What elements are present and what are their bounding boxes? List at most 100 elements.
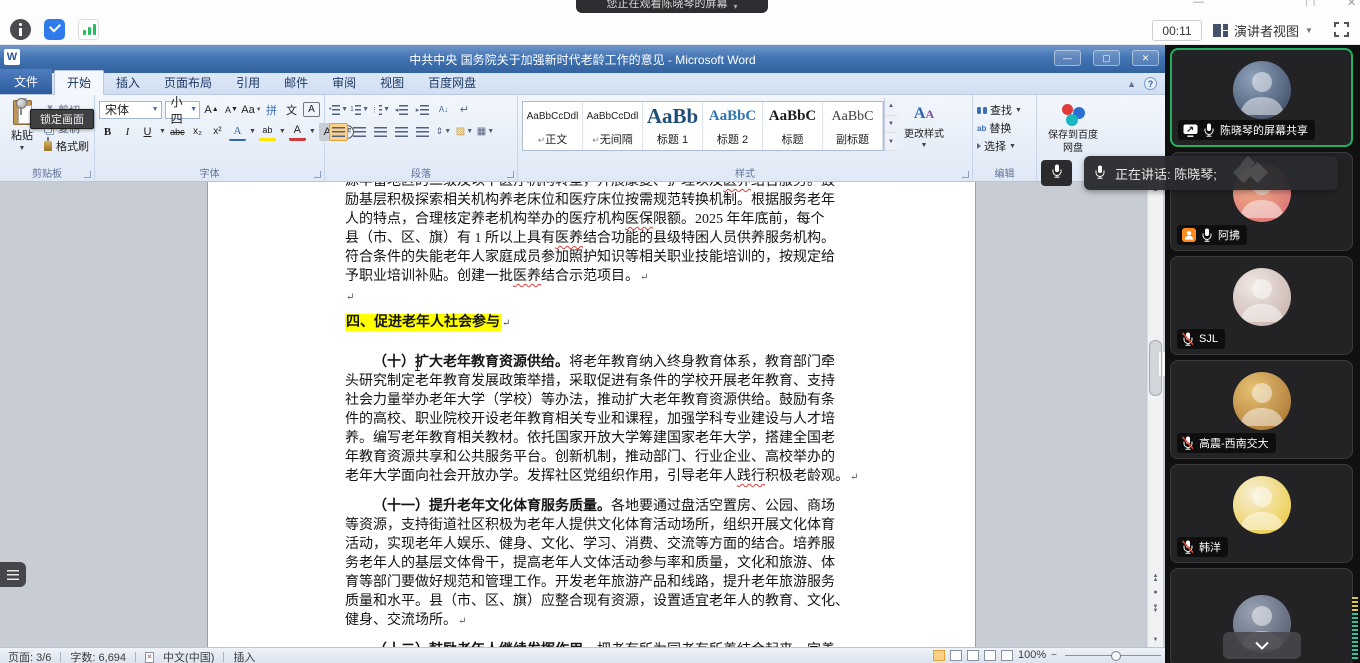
status-language[interactable]: 中文(中国) (163, 649, 214, 663)
floating-panel-toggle[interactable] (0, 562, 26, 587)
strikethrough-button[interactable]: abc (169, 123, 186, 141)
window-close-remnant[interactable]: ✕ (1347, 0, 1356, 6)
align-center-button[interactable] (350, 123, 369, 141)
previous-page-button[interactable]: ▲▲ (1148, 570, 1163, 585)
tab-文件[interactable]: 文件 (0, 69, 52, 94)
styles-dialog-launcher[interactable] (962, 171, 969, 178)
status-word-count[interactable]: 字数: 6,694 (70, 649, 126, 663)
styles-scroll-down[interactable]: ▼ (885, 116, 897, 134)
browse-object-button[interactable]: ● (1148, 585, 1163, 600)
tab-引用[interactable]: 引用 (224, 71, 272, 94)
text-effects-button[interactable]: A (229, 123, 246, 141)
tab-开始[interactable]: 开始 (54, 70, 104, 95)
vertical-scrollbar[interactable]: ▲ ▲▲ ● ▼▼ ▼ (1147, 182, 1163, 647)
highlight-color-button[interactable]: ab (259, 123, 276, 141)
grow-font-button[interactable]: A▲ (203, 101, 220, 119)
view-web-layout-button[interactable] (967, 650, 979, 661)
tab-插入[interactable]: 插入 (104, 71, 152, 94)
next-page-button[interactable]: ▼▼ (1148, 601, 1163, 616)
view-print-layout-button[interactable] (933, 650, 945, 661)
justify-button[interactable] (392, 123, 411, 141)
word-restore-button[interactable]: ▢ (1093, 50, 1120, 66)
view-outline-button[interactable] (984, 650, 996, 661)
meeting-info-icon[interactable] (10, 19, 31, 40)
ribbon-collapse-icon[interactable]: ▲ (1127, 79, 1136, 89)
style-item-标题 1[interactable]: AaBb标题 1 (643, 102, 703, 150)
status-insert-mode[interactable]: 插入 (233, 649, 255, 663)
italic-button[interactable]: I (119, 123, 136, 141)
font-color-button[interactable]: A (289, 123, 306, 141)
view-mode-selector[interactable]: 演讲者视图 ▼ (1213, 20, 1313, 41)
paragraph-dialog-launcher[interactable] (507, 171, 514, 178)
tab-邮件[interactable]: 邮件 (272, 71, 320, 94)
participant-tile-韩洋[interactable]: 韩洋 (1170, 464, 1353, 563)
zoom-out-button[interactable]: − (1051, 650, 1057, 661)
borders-button[interactable]: ▦▼ (476, 123, 495, 141)
distribute-button[interactable] (413, 123, 432, 141)
view-draft-button[interactable] (1001, 650, 1013, 661)
find-button[interactable]: 查找▼ (977, 102, 1032, 118)
zoom-slider[interactable] (1065, 655, 1161, 656)
fullscreen-button[interactable] (1334, 22, 1349, 37)
style-item-无间隔[interactable]: AaBbCcDdl↵无间隔 (583, 102, 643, 150)
participant-tile-高震-西南交大[interactable]: 高震-西南交大 (1170, 360, 1353, 459)
phonetic-guide-button[interactable]: 拼 (263, 101, 280, 119)
format-painter-button[interactable]: 格式刷 (44, 138, 89, 154)
tab-审阅[interactable]: 审阅 (320, 71, 368, 94)
bullets-button[interactable]: •▼ (329, 101, 348, 119)
tab-视图[interactable]: 视图 (368, 71, 416, 94)
numbering-button[interactable]: 1▼ (350, 101, 369, 119)
word-close-button[interactable]: ✕ (1132, 50, 1159, 66)
subscript-button[interactable]: x₂ (189, 123, 206, 141)
window-minimize-remnant[interactable]: — (1193, 0, 1204, 6)
style-item-标题 2[interactable]: AaBbC标题 2 (703, 102, 763, 150)
save-to-baidu-button[interactable]: 保存到百度网盘 (1041, 98, 1105, 155)
sidebar-resize-grip[interactable] (1159, 350, 1168, 378)
styles-more-button[interactable]: ▼ (885, 133, 897, 151)
superscript-button[interactable]: x² (209, 123, 226, 141)
style-item-正文[interactable]: AaBbCcDdl↵正文 (523, 102, 583, 150)
multilevel-list-button[interactable]: ⋮▼ (371, 101, 390, 119)
style-item-标题[interactable]: AaBbC标题 (763, 102, 823, 150)
select-button[interactable]: 选择▼ (977, 138, 1032, 154)
window-maximize-remnant[interactable]: ▢ (1305, 0, 1315, 6)
view-fullscreen-reading-button[interactable] (950, 650, 962, 661)
font-family-combobox[interactable]: 宋体▼ (99, 101, 162, 119)
help-icon[interactable] (1144, 77, 1157, 90)
spellcheck-icon[interactable] (145, 652, 154, 663)
tab-页面布局[interactable]: 页面布局 (152, 71, 224, 94)
replace-button[interactable]: ab替换 (977, 120, 1032, 136)
shrink-font-button[interactable]: A▼ (223, 101, 240, 119)
increase-indent-button[interactable]: ▸ (413, 101, 432, 119)
status-page-number[interactable]: 页面: 3/6 (8, 649, 51, 663)
security-shield-icon[interactable] (44, 19, 65, 40)
participant-tile-陈晓琴的屏幕共享[interactable]: 陈晓琴的屏幕共享 (1170, 48, 1353, 147)
scroll-more-participants-button[interactable] (1223, 632, 1301, 659)
show-marks-button[interactable]: ↵ (455, 101, 474, 119)
font-dialog-launcher[interactable] (314, 171, 321, 178)
bold-button[interactable]: B (99, 123, 116, 141)
underline-button[interactable]: U (139, 123, 156, 141)
banner-caret-icon[interactable]: ▾ (733, 2, 737, 11)
wen-char-button[interactable]: 文 (283, 101, 300, 119)
styles-scroll-up[interactable]: ▲ (885, 98, 897, 116)
clipboard-dialog-launcher[interactable] (84, 171, 91, 178)
style-item-副标题[interactable]: AaBbC副标题 (823, 102, 883, 150)
line-spacing-button[interactable]: ⇕▼ (434, 123, 453, 141)
change-case-button[interactable]: Aa▼ (243, 101, 260, 119)
font-size-combobox[interactable]: 小四▼ (165, 101, 200, 119)
align-right-button[interactable] (371, 123, 390, 141)
scroll-down-arrow[interactable]: ▼ (1148, 632, 1163, 647)
word-minimize-button[interactable]: — (1054, 50, 1081, 66)
participant-tile-SJL[interactable]: SJL (1170, 256, 1353, 355)
network-signal-icon[interactable] (78, 19, 99, 40)
align-left-button[interactable] (329, 123, 348, 141)
sort-button[interactable]: A↓ (434, 101, 453, 119)
change-styles-button[interactable]: AA 更改样式 ▼ (901, 102, 947, 151)
decrease-indent-button[interactable]: ◂ (392, 101, 411, 119)
character-border-button[interactable]: A (303, 102, 320, 117)
mini-mic-button[interactable] (1041, 160, 1072, 186)
tab-百度网盘[interactable]: 百度网盘 (416, 71, 488, 94)
shading-button[interactable]: ▨▼ (455, 123, 474, 141)
participant-tile-partial[interactable] (1170, 568, 1353, 663)
